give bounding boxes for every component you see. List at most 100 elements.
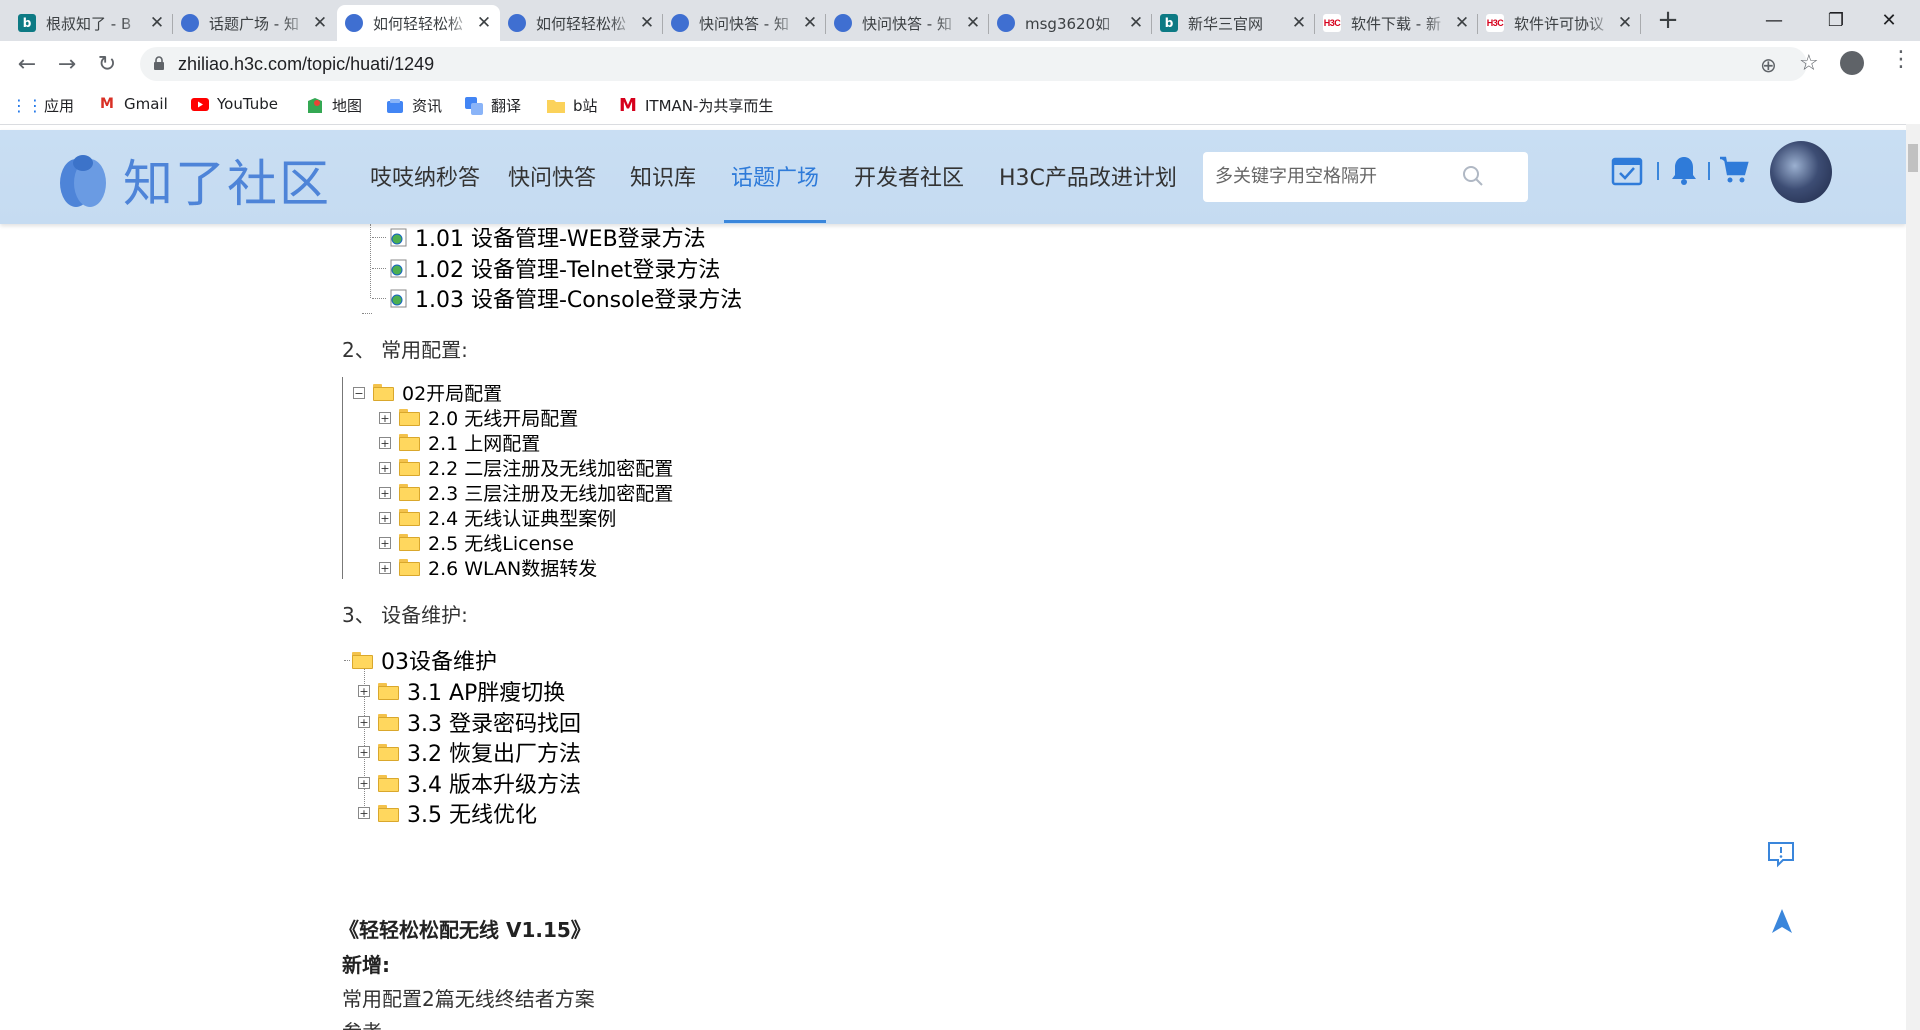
bookmark-apps[interactable]: ⋮⋮ 应用 [11, 95, 74, 116]
expand-icon[interactable]: + [379, 511, 391, 524]
tree-folder-item[interactable]: + 2.1 上网配置 [379, 429, 540, 456]
folder-icon [399, 409, 420, 426]
menu-icon[interactable]: ⋮ [1890, 47, 1912, 72]
tree-connector [362, 313, 372, 314]
expand-icon[interactable]: + [379, 561, 391, 574]
folder-icon [378, 804, 399, 822]
close-icon[interactable]: ✕ [1291, 13, 1307, 33]
tree-folder-item[interactable]: + 3.2 恢复出厂方法 [358, 736, 581, 768]
expand-icon[interactable]: + [358, 685, 370, 697]
expand-icon[interactable]: + [379, 411, 391, 424]
youtube-icon [191, 95, 209, 113]
expand-icon[interactable]: + [379, 486, 391, 499]
expand-icon[interactable]: + [358, 746, 370, 758]
nav-zhishiku[interactable]: 知识库 [630, 160, 696, 192]
browser-tab[interactable]: H3C 软件许可协议 ✕ [1478, 5, 1641, 41]
bookmark-youtube[interactable]: YouTube [191, 95, 278, 113]
expand-icon[interactable]: + [379, 461, 391, 474]
close-icon[interactable]: ✕ [476, 13, 492, 33]
collapse-icon[interactable]: − [353, 386, 365, 399]
search-icon[interactable] [1461, 164, 1485, 188]
back-to-top-icon[interactable] [1771, 908, 1793, 934]
expand-icon[interactable]: + [379, 536, 391, 549]
close-icon[interactable]: ✕ [149, 13, 165, 33]
tree-folder-item[interactable]: + 2.5 无线License [379, 529, 574, 556]
folder-icon [399, 484, 420, 501]
apps-grid-icon: ⋮⋮ [11, 96, 43, 115]
minimize-button[interactable]: — [1743, 0, 1805, 41]
zoom-icon[interactable]: ⊕ [1760, 53, 1777, 77]
forward-button[interactable]: → [52, 49, 82, 79]
bookmark-maps[interactable]: 地图 [306, 95, 362, 116]
tree-folder-item[interactable]: + 2.4 无线认证典型案例 [379, 504, 616, 531]
page-scrollbar[interactable] [1906, 124, 1920, 1030]
scrollbar-thumb[interactable] [1908, 144, 1918, 172]
tree-doc-item[interactable]: 1.01 设备管理-WEB登录方法 [372, 224, 706, 253]
expand-icon[interactable]: + [358, 777, 370, 789]
h3c-icon: H3C [1323, 14, 1341, 32]
close-icon[interactable]: ✕ [965, 13, 981, 33]
search-input[interactable] [1213, 165, 1457, 188]
reload-button[interactable]: ↻ [92, 49, 122, 79]
nav-kuaiwen[interactable]: 快问快答 [508, 160, 596, 192]
browser-tab[interactable]: msg3620如 ✕ [989, 5, 1152, 41]
browser-tab[interactable]: 快问快答 - 知 ✕ [663, 5, 826, 41]
browser-tab-active[interactable]: 如何轻轻松松 ✕ [337, 5, 500, 41]
tree-folder-item[interactable]: + 3.3 登录密码找回 [358, 706, 581, 738]
tree-doc-item[interactable]: 1.03 设备管理-Console登录方法 [372, 282, 742, 314]
browser-tab[interactable]: b 新华三官网 ✕ [1152, 5, 1315, 41]
bookmark-itman[interactable]: M ITMAN-为共享而生 [619, 95, 773, 116]
book-title: 《轻轻松松配无线 V1.15》 [339, 918, 591, 942]
site-logo[interactable]: 知了社区 [58, 144, 331, 216]
bookmark-star-icon[interactable]: ☆ [1799, 51, 1819, 76]
tree-item-label: 1.01 设备管理-WEB登录方法 [415, 227, 706, 252]
expand-icon[interactable]: + [358, 807, 370, 819]
close-icon[interactable]: ✕ [1128, 13, 1144, 33]
expand-icon[interactable]: + [379, 436, 391, 449]
profile-icon[interactable] [1840, 51, 1864, 75]
browser-tab[interactable]: H3C 软件下载 - 新 ✕ [1315, 5, 1478, 41]
tree-folder-item[interactable]: + 2.2 二层注册及无线加密配置 [379, 454, 673, 481]
bookmark-translate[interactable]: 翻译 [465, 95, 521, 116]
close-icon[interactable]: ✕ [639, 13, 655, 33]
tree-folder-item[interactable]: + 2.6 WLAN数据转发 [379, 554, 597, 581]
cart-icon[interactable] [1718, 154, 1750, 186]
calendar-check-icon[interactable] [1611, 154, 1643, 186]
tree-folder-root[interactable]: − 02开局配置 [353, 379, 502, 406]
folder-icon [399, 509, 420, 526]
tree-folder-item[interactable]: + 3.4 版本升级方法 [358, 767, 581, 799]
browser-tab[interactable]: b 根叔知了 - B ✕ [10, 5, 173, 41]
bookmark-bzhan[interactable]: b站 [547, 95, 598, 116]
browser-tab[interactable]: 快问快答 - 知 ✕ [826, 5, 989, 41]
user-avatar[interactable] [1770, 141, 1832, 203]
close-icon[interactable]: ✕ [1454, 13, 1470, 33]
nav-developer[interactable]: 开发者社区 [854, 160, 964, 192]
expand-icon[interactable]: + [358, 716, 370, 728]
close-icon[interactable]: ✕ [1617, 13, 1633, 33]
tree-folder-item[interactable]: + 2.0 无线开局配置 [379, 404, 578, 431]
new-tab-button[interactable]: + [1656, 5, 1680, 35]
tree-folder-item[interactable]: + 2.3 三层注册及无线加密配置 [379, 479, 673, 506]
tree-item-label: 3.4 版本升级方法 [407, 773, 581, 798]
close-icon[interactable]: ✕ [802, 13, 818, 33]
tree-item-label: 2.0 无线开局配置 [428, 408, 579, 430]
bookmark-gmail[interactable]: M Gmail [98, 95, 168, 113]
tree-doc-item[interactable]: 1.02 设备管理-Telnet登录方法 [372, 252, 720, 284]
address-bar[interactable]: zhiliao.h3c.com/topic/huati/1249 ⊕ ☆ [140, 47, 1819, 81]
back-button[interactable]: ← [12, 49, 42, 79]
feedback-icon[interactable] [1766, 840, 1796, 868]
browser-tab[interactable]: 话题广场 - 知 ✕ [173, 5, 336, 41]
bookmark-news[interactable]: 资讯 [386, 95, 442, 116]
section-heading: 3、 设备维护: [342, 603, 468, 627]
nav-zhizhi[interactable]: 吱吱纳秒答 [370, 160, 480, 192]
tree-folder-item[interactable]: + 3.5 无线优化 [358, 797, 537, 829]
tree-item-label: 03设备维护 [381, 650, 497, 675]
window-close-button[interactable]: ✕ [1858, 0, 1920, 41]
browser-tab[interactable]: 如何轻轻松松 ✕ [500, 5, 663, 41]
close-icon[interactable]: ✕ [312, 13, 328, 33]
nav-h3c-improve[interactable]: H3C产品改进计划 [999, 160, 1177, 192]
tree-folder-item[interactable]: + 3.1 AP胖瘦切换 [358, 675, 565, 707]
nav-huati[interactable]: 话题广场 [731, 160, 819, 192]
bell-icon[interactable] [1670, 154, 1698, 186]
tree-folder-root[interactable]: 03设备维护 [344, 644, 497, 676]
